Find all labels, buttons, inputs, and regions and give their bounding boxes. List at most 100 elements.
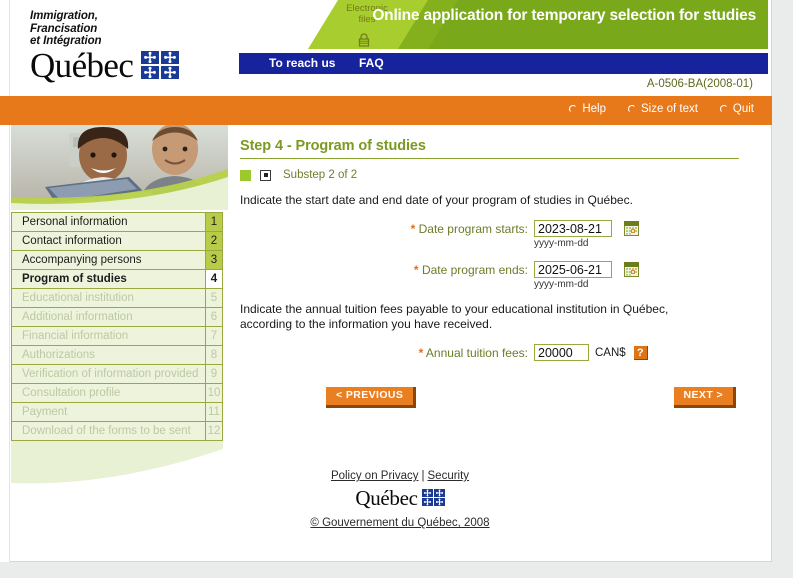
start-date-format-hint: yyyy-mm-dd [534,238,589,249]
site-header: Electronic files Online application for … [11,0,768,96]
sidebar: Personal information 1 Contact informati… [11,125,228,562]
footer-quebec-logo: Québec [240,486,560,510]
sidebar-step-number: 12 [205,422,223,440]
substep-label: Substep 2 of 2 [283,169,358,181]
sidebar-label: Additional information [11,308,205,326]
header-photo [11,125,228,210]
toolbar-item-help[interactable]: Help [569,103,606,115]
field-row-tuition: * Annual tuition fees: CAN$ ? [240,344,760,361]
sidebar-label: Educational institution [11,289,205,307]
sidebar-item-financial-information: Financial information 7 [11,327,223,346]
sidebar-item-verification-of-information-provided: Verification of information provided 9 [11,365,223,384]
required-marker: * [413,262,419,277]
substep-box-completed-icon [240,169,251,181]
tuition-label-text: Annual tuition fees: [425,345,528,360]
toolbar-label-size-of-text: Size of text [641,103,698,115]
sidebar-label: Personal information [11,213,205,231]
sidebar-step-number: 8 [205,346,223,364]
sidebar-label: Download of the forms to be sent [11,422,205,440]
start-date-input[interactable] [534,220,612,237]
footer-separator: | [421,470,425,482]
previous-button[interactable]: < PREVIOUS [326,387,417,408]
sidebar-item-download-of-the-forms-to-be-sent: Download of the forms to be sent 12 [11,422,223,441]
application-page: Electronic files Online application for … [0,0,793,578]
start-date-label-text: Date program starts: [418,221,528,236]
dates-instruction-text: Indicate the start date and end date of … [240,193,633,207]
footer-copyright: © Gouvernement du Québec, 2008 [240,517,560,529]
tuition-input[interactable] [534,344,589,361]
sidebar-step-number: 3 [205,251,223,269]
page-title: Step 4 - Program of studies [240,138,426,154]
toolbar-item-size-of-text[interactable]: Size of text [628,103,698,115]
sidebar-item-consultation-profile: Consultation profile 10 [11,384,223,403]
footer-copyright-link[interactable]: © Gouvernement du Québec, 2008 [310,517,489,529]
radio-icon [569,105,578,113]
ministry-line-1: Immigration, [30,10,98,22]
main-content: Step 4 - Program of studies Substep 2 of… [240,138,760,408]
sidebar-item-contact-information[interactable]: Contact information 2 [11,232,223,251]
sidebar-step-number: 10 [205,384,223,402]
sidebar-item-additional-information: Additional information 6 [11,308,223,327]
page-footer: Policy on Privacy | Security Québec © Gouv… [240,470,560,529]
end-date-format-hint: yyyy-mm-dd [534,279,589,290]
start-date-label: * Date program starts: [240,222,534,236]
help-icon[interactable]: ? [633,345,648,360]
sidebar-decoration [11,441,223,561]
substep-box-current-icon [260,169,271,181]
footer-links: Policy on Privacy | Security [240,470,560,482]
sidebar-item-payment: Payment 11 [11,403,223,422]
form-code: A-0506-BA(2008-01) [646,78,753,90]
fees-instruction-text: Indicate the annual tuition fees payable… [240,302,669,331]
sidebar-label: Program of studies [11,270,205,288]
field-row-end-date: * Date program ends: [240,261,760,278]
radio-icon [628,105,637,113]
quebec-wordmark: Québec [30,45,134,85]
end-date-label: * Date program ends: [240,263,534,277]
sidebar-item-personal-information[interactable]: Personal information 1 [11,213,223,232]
sidebar-step-number: 4 [205,270,223,288]
next-button[interactable]: NEXT > [673,387,736,408]
ministry-line-2: Francisation [30,22,98,35]
fleur-de-lis-icon [421,489,445,506]
sidebar-label: Authorizations [11,346,205,364]
sidebar-label: Financial information [11,327,205,345]
sidebar-label: Verification of information provided [11,365,205,383]
footer-link-policy-on-privacy[interactable]: Policy on Privacy [331,470,419,482]
footer-link-security[interactable]: Security [428,470,470,482]
sidebar-item-educational-institution: Educational institution 5 [11,289,223,308]
nav-link-faq[interactable]: FAQ [359,56,384,70]
footer-wordmark: Québec [355,486,418,510]
sidebar-step-number: 5 [205,289,223,307]
fleur-de-lis-icon [141,50,180,79]
nav-link-to-reach-us[interactable]: To reach us [269,56,335,70]
title-divider [240,158,739,159]
sidebar-step-number: 1 [205,213,223,231]
sidebar-label: Consultation profile [11,384,205,402]
sidebar-step-number: 7 [205,327,223,345]
tuition-label: * Annual tuition fees: [240,346,534,360]
sidebar-label: Contact information [11,232,205,250]
secondary-nav-bar: To reach us FAQ [239,53,768,74]
currency-label: CAN$ [595,346,626,359]
sidebar-step-number: 11 [205,403,223,421]
sidebar-step-number: 6 [205,308,223,326]
sidebar-item-authorizations: Authorizations 8 [11,346,223,365]
required-marker: * [418,345,424,360]
required-marker: * [410,221,416,236]
toolbar-label-quit: Quit [732,103,754,115]
page-left-edge [0,0,10,562]
sidebar-label: Accompanying persons [11,251,205,269]
calendar-icon[interactable] [624,262,639,277]
banner-title: Online application for temporary selecti… [372,7,756,24]
end-date-input[interactable] [534,261,612,278]
utility-toolbar: Help Size of text Quit [0,96,772,125]
sidebar-step-number: 2 [205,232,223,250]
toolbar-item-quit[interactable]: Quit [719,103,754,115]
sidebar-item-accompanying-persons[interactable]: Accompanying persons 3 [11,251,223,270]
radio-icon [719,105,728,113]
calendar-icon[interactable] [624,221,639,236]
sidebar-label: Payment [11,403,205,421]
form-navigation-buttons: < PREVIOUS NEXT > [326,387,736,408]
header-banner: Electronic files Online application for … [308,0,768,49]
sidebar-item-program-of-studies[interactable]: Program of studies 4 [11,270,223,289]
